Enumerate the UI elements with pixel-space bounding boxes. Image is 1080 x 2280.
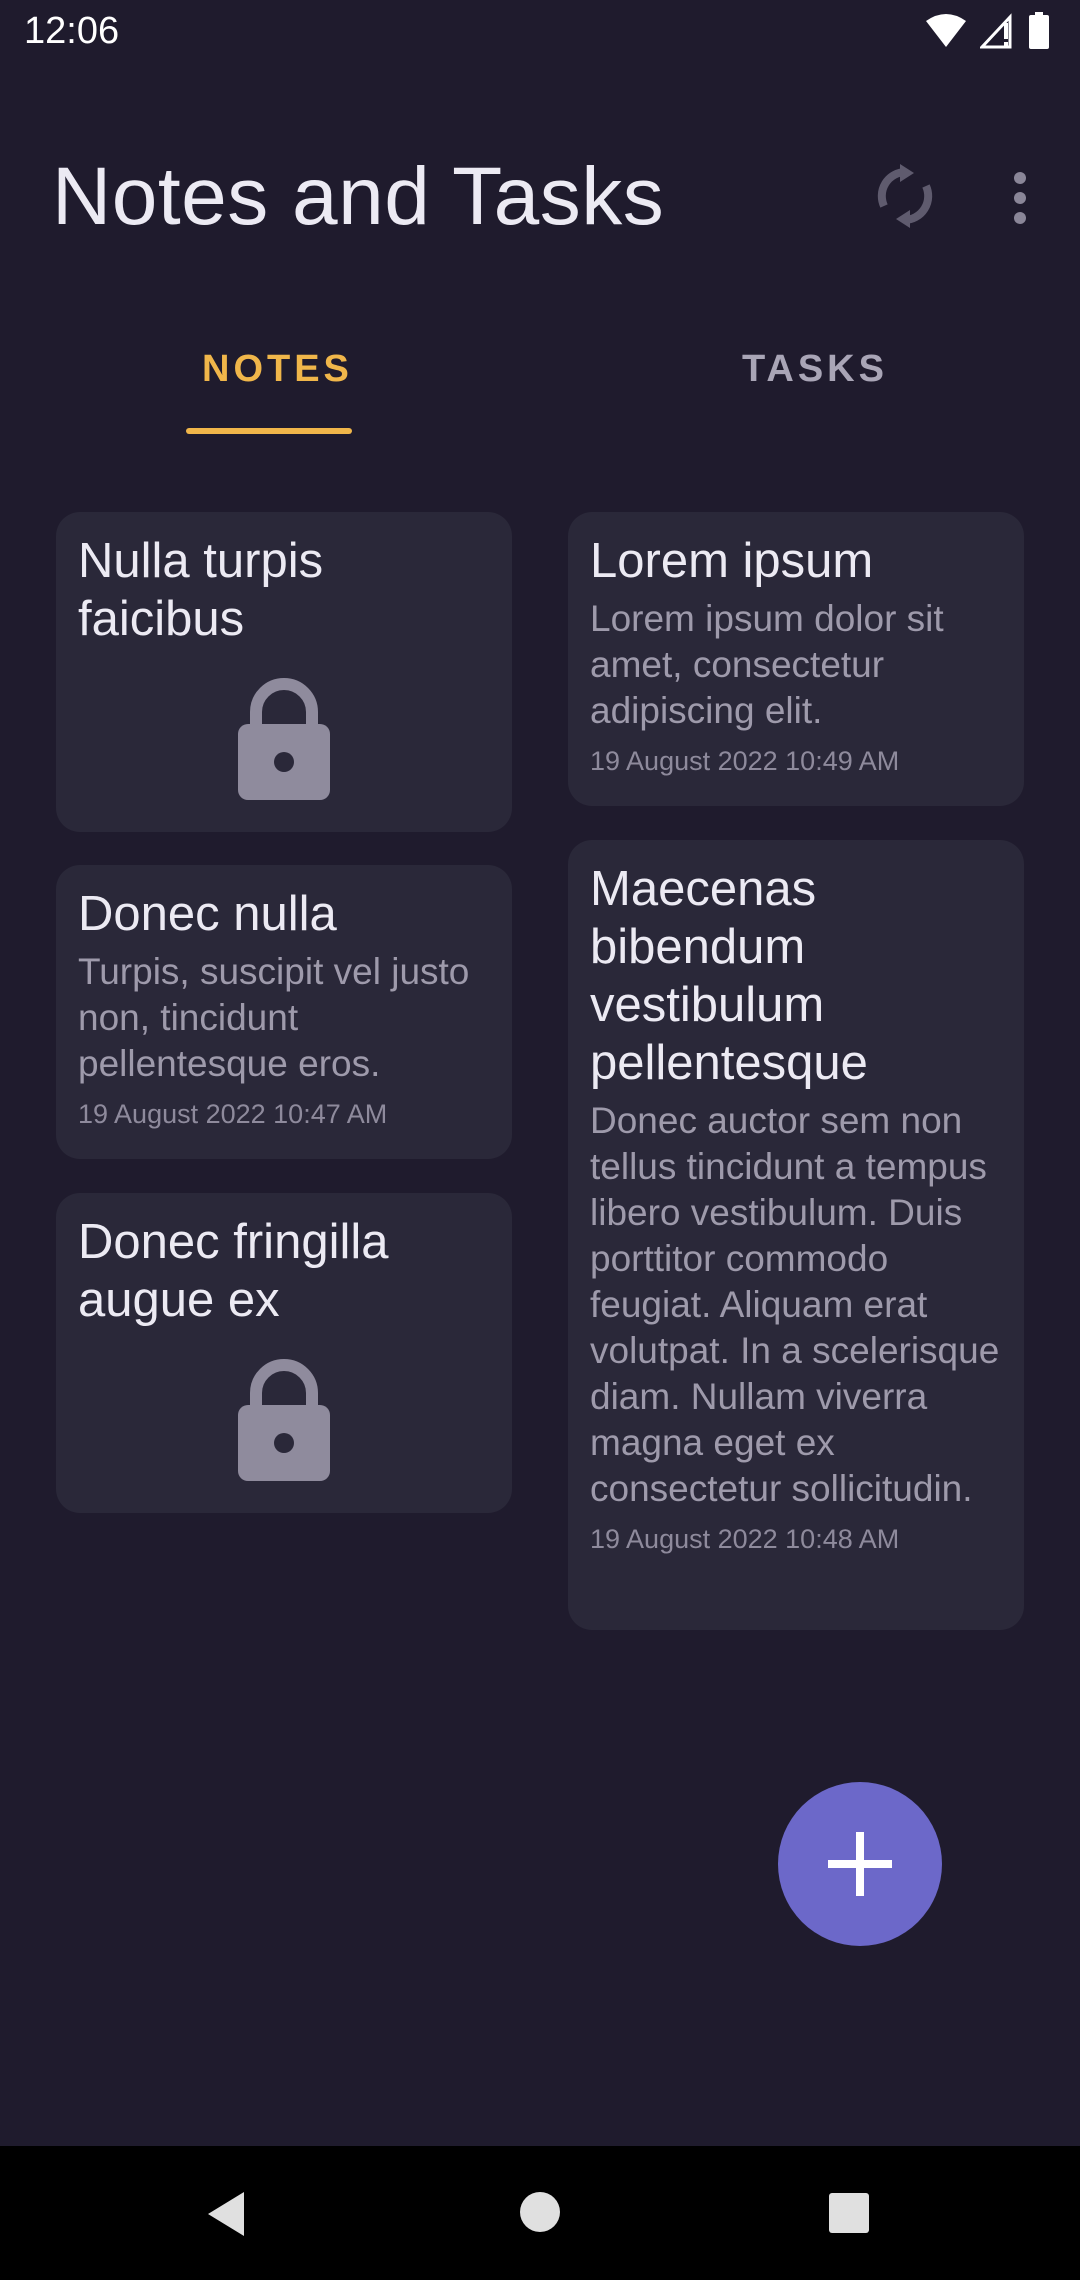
tab-bar: NOTES TASKS	[0, 330, 1080, 440]
status-icons	[926, 12, 1050, 50]
status-time: 12:06	[24, 10, 120, 52]
back-icon[interactable]	[204, 2190, 248, 2238]
note-title: Maecenas bibendum vestibulum pellentesqu…	[590, 862, 868, 1090]
sync-button[interactable]	[876, 164, 934, 228]
note-date: 19 August 2022 10:48 AM	[590, 1524, 900, 1554]
note-card[interactable]: Donec nulla Turpis, suscipit vel justo n…	[56, 865, 512, 1159]
home-icon[interactable]	[518, 2190, 562, 2234]
more-options-button[interactable]	[1000, 170, 1040, 226]
cellular-icon	[980, 13, 1012, 49]
recents-icon[interactable]	[828, 2192, 870, 2234]
app-title: Notes and Tasks	[52, 151, 665, 242]
note-title: Lorem ipsum	[590, 534, 874, 588]
wifi-icon	[926, 14, 966, 47]
tab-tasks[interactable]: TASKS	[742, 348, 888, 391]
note-body: Donec auctor sem non tellus tincidunt a …	[590, 1100, 1000, 1509]
add-note-button[interactable]	[778, 1782, 942, 1946]
status-bar: 12:06	[0, 0, 1080, 66]
note-card[interactable]: Nulla turpis faicibus	[56, 512, 512, 832]
note-card[interactable]: Donec fringilla augue ex	[56, 1193, 512, 1513]
note-title: Donec nulla	[78, 887, 337, 941]
lock-icon	[238, 1359, 330, 1481]
note-body: Lorem ipsum dolor sit amet, consectetur …	[590, 598, 944, 731]
tab-indicator	[186, 428, 352, 434]
more-vert-icon	[1014, 172, 1026, 224]
lock-icon	[238, 678, 330, 800]
navigation-bar	[0, 2146, 1080, 2280]
battery-icon	[1029, 12, 1049, 49]
note-title: Donec fringilla augue ex	[78, 1215, 389, 1327]
note-date: 19 August 2022 10:49 AM	[590, 746, 900, 776]
add-icon	[828, 1832, 892, 1896]
tab-notes[interactable]: NOTES	[202, 348, 353, 391]
note-date: 19 August 2022 10:47 AM	[78, 1099, 388, 1129]
note-body: Turpis, suscipit vel justo non, tincidun…	[78, 951, 470, 1084]
sync-icon	[877, 164, 933, 228]
note-card[interactable]: Maecenas bibendum vestibulum pellentesqu…	[568, 840, 1024, 1630]
note-title: Nulla turpis faicibus	[78, 534, 324, 646]
note-card[interactable]: Lorem ipsum Lorem ipsum dolor sit amet, …	[568, 512, 1024, 806]
